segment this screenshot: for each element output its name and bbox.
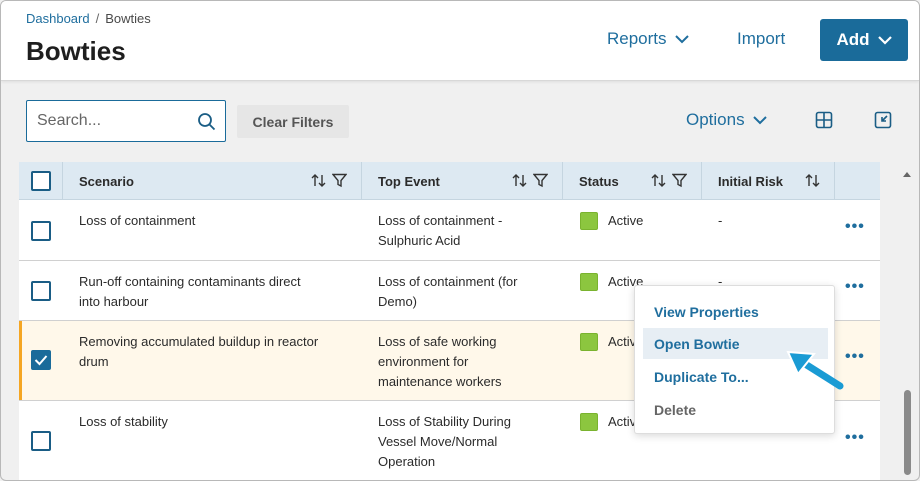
scrollbar-thumb[interactable] [904,390,911,475]
cell-top-event: Loss of containment - Sulphuric Acid [378,213,503,248]
cell-scenario: Loss of stability [79,414,168,429]
page-header: Dashboard / Bowties Bowties Reports Import… [1,1,919,81]
cell-scenario: Removing accumulated buildup in reactor … [79,334,319,369]
options-button[interactable]: Options [686,110,767,130]
search-box [26,100,226,142]
row-checkbox[interactable] [31,431,51,451]
status-active-indicator [580,273,598,291]
sort-icon[interactable] [805,173,820,191]
cell-initial-risk: - [718,213,723,228]
cell-top-event: Loss of Stability During Vessel Move/Nor… [378,414,511,469]
page-title: Bowties [26,36,126,66]
status-active-indicator [580,333,598,351]
filter-icon[interactable] [532,173,549,191]
sort-icon[interactable] [311,173,326,191]
chevron-down-icon [674,29,689,49]
collapse-icon[interactable] [874,111,892,134]
options-label: Options [686,110,745,129]
status-active-indicator [580,413,598,431]
row-actions-button[interactable]: ••• [845,348,865,366]
reports-label: Reports [607,29,667,48]
breadcrumb-current: Bowties [105,11,151,26]
cell-scenario: Run-off containing contaminants direct i… [79,274,301,309]
scroll-up-icon[interactable] [902,165,912,183]
clear-filters-button[interactable]: Clear Filters [237,105,349,138]
filter-icon[interactable] [671,173,688,191]
row-checkbox[interactable] [31,221,51,241]
import-button[interactable]: Import [737,29,785,49]
column-initial-risk[interactable]: Initial Risk [702,162,835,200]
breadcrumb-dashboard-link[interactable]: Dashboard [26,11,90,26]
cell-top-event: Loss of safe working environment for mai… [378,334,502,389]
search-icon[interactable] [197,112,216,136]
column-status[interactable]: Status [563,162,702,200]
table-row[interactable]: Loss of containment Loss of containment … [19,200,880,261]
chevron-down-icon [877,30,892,50]
select-all-cell [19,162,63,200]
column-label: Scenario [79,173,134,189]
add-button[interactable]: Add [820,19,908,61]
search-input[interactable] [37,110,187,132]
breadcrumb: Dashboard / Bowties [26,11,151,26]
select-all-checkbox[interactable] [30,171,51,191]
cell-top-event: Loss of containment (for Demo) [378,274,518,309]
row-checkbox-checked[interactable] [31,350,51,370]
breadcrumb-separator: / [95,11,100,26]
grid-view-icon[interactable] [815,111,833,134]
cell-scenario: Loss of containment [79,213,196,228]
status-active-indicator [580,212,598,230]
row-actions-button[interactable]: ••• [845,429,865,447]
reports-button[interactable]: Reports [607,29,689,49]
row-actions-button[interactable]: ••• [845,218,865,236]
pointer-arrow-icon [784,346,846,397]
column-scenario[interactable]: Scenario [63,162,362,200]
checkmark-icon [34,355,48,366]
chevron-down-icon [752,110,767,130]
row-checkbox[interactable] [31,281,51,301]
column-label: Initial Risk [718,173,784,189]
column-label: Status [579,173,619,189]
app-frame: Dashboard / Bowties Bowties Reports Import… [0,0,920,481]
menu-item-view-properties[interactable]: View Properties [643,296,828,327]
row-actions-button[interactable]: ••• [845,278,865,296]
add-label: Add [836,30,870,49]
menu-item-delete[interactable]: Delete [643,394,828,425]
sort-icon[interactable] [512,173,527,191]
column-top-event[interactable]: Top Event [362,162,563,200]
column-actions [835,162,880,200]
sort-icon[interactable] [651,173,666,191]
column-label: Top Event [378,173,440,189]
filter-icon[interactable] [331,173,348,191]
table-header: Scenario Top Event Status Initial Risk [19,162,880,200]
